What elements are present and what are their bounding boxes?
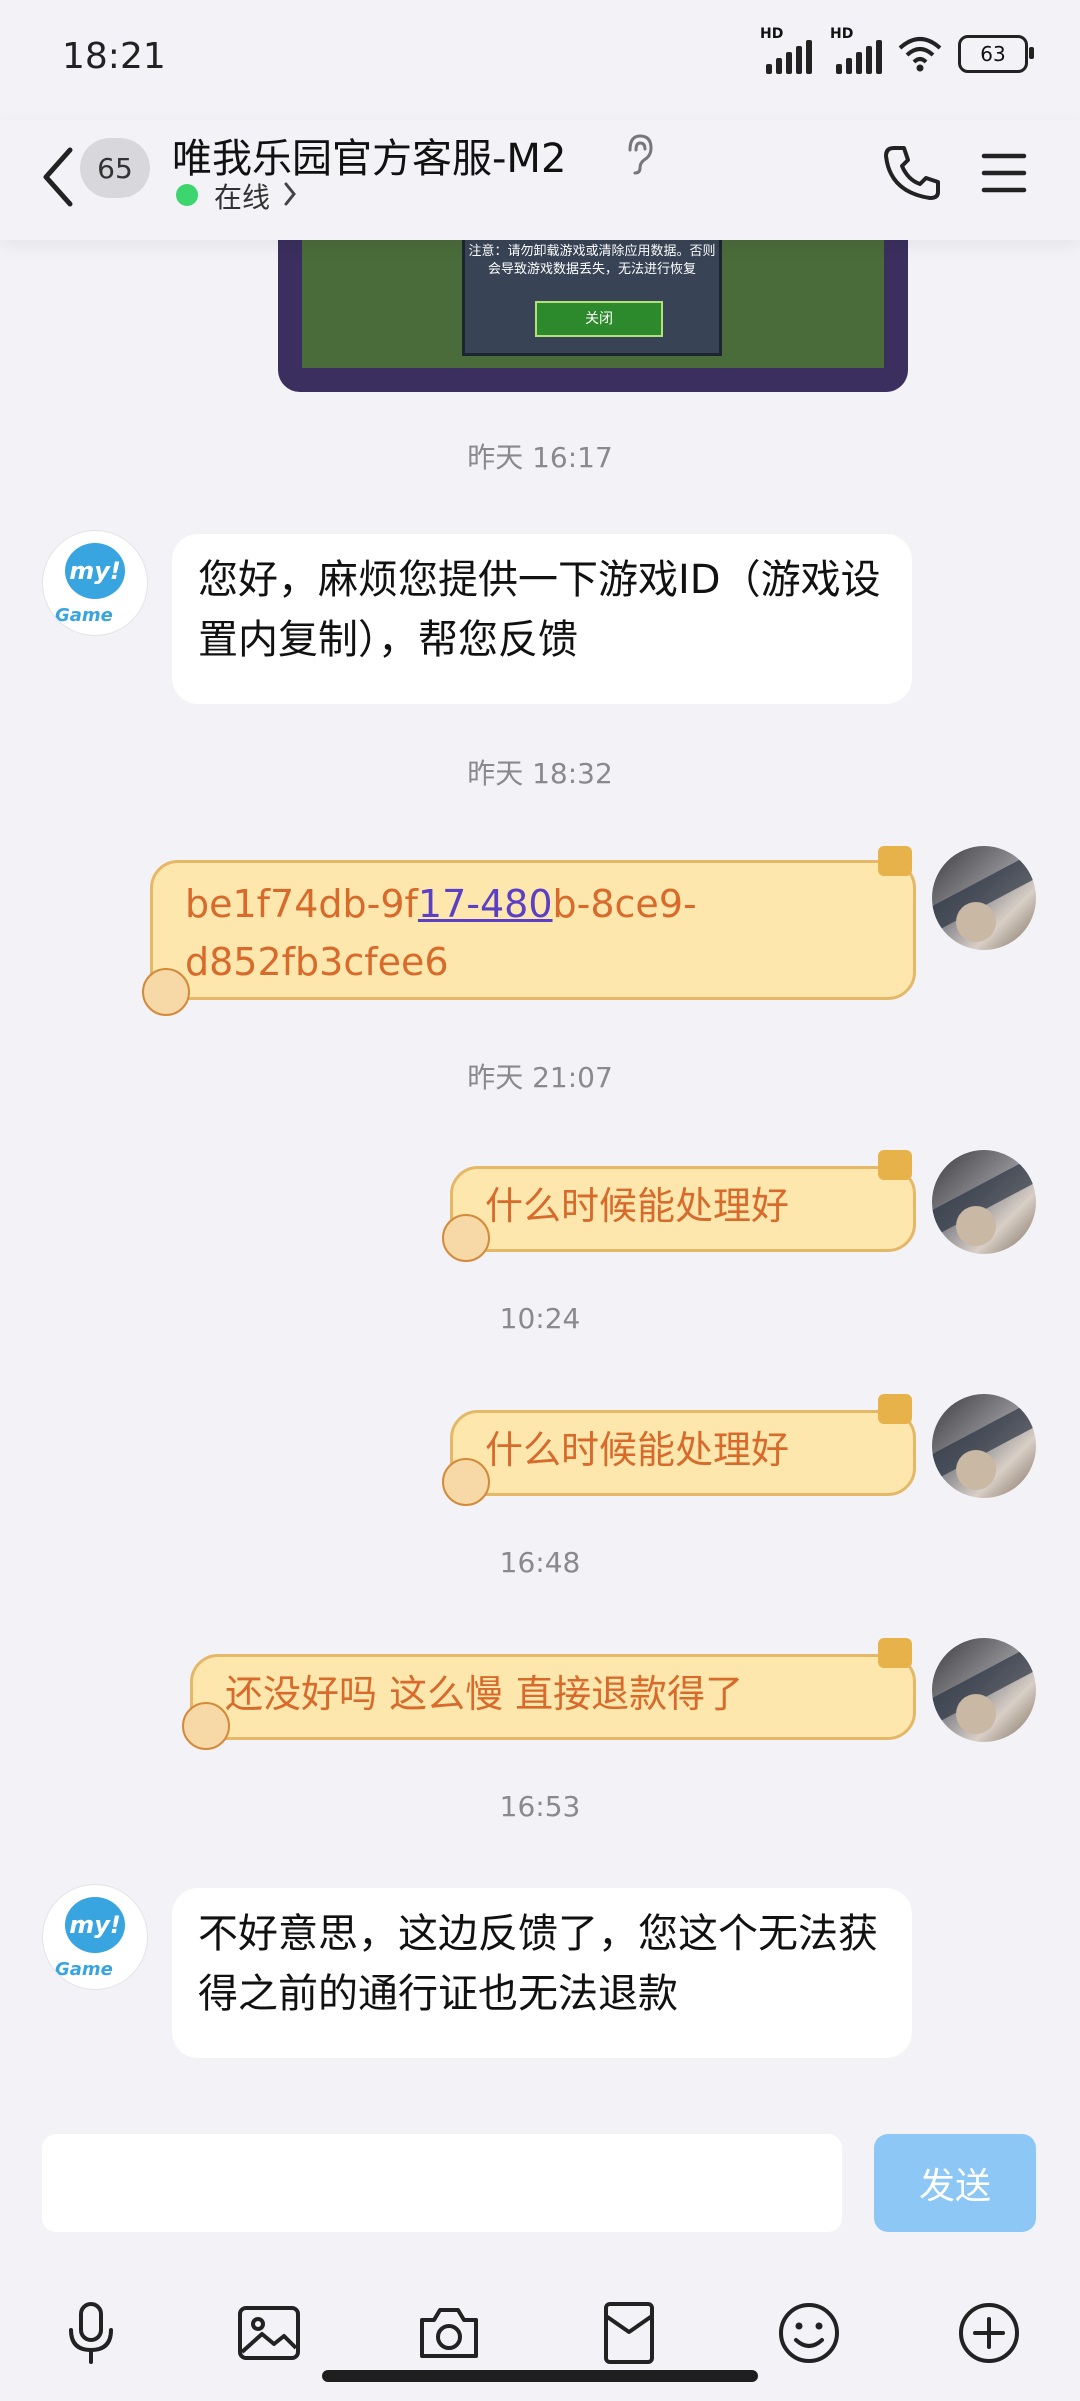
phone-call-icon[interactable]: [882, 142, 940, 202]
status-bar: 18:21 HD HD 63: [0, 0, 1080, 120]
timestamp: 10:24: [499, 1302, 581, 1335]
timestamp: 昨天 16:17: [467, 441, 613, 474]
bubble-decoration-icon: [878, 1394, 912, 1424]
input-area: 发送: [0, 2118, 1080, 2401]
incoming-message[interactable]: 您好，麻烦您提供一下游戏ID（游戏设置内复制），帮您反馈: [172, 534, 912, 704]
timestamp: 16:53: [499, 1790, 581, 1823]
camera-icon[interactable]: [414, 2298, 484, 2368]
user-avatar[interactable]: [932, 846, 1036, 950]
emoji-icon[interactable]: [774, 2298, 844, 2368]
outgoing-message[interactable]: 什么时候能处理好: [450, 1166, 916, 1252]
game-dialog-close-button: 关闭: [535, 301, 663, 337]
user-avatar[interactable]: [932, 1394, 1036, 1498]
message-input[interactable]: [42, 2134, 842, 2232]
chat-header: 65 唯我乐园官方客服-M2 在线: [0, 120, 1080, 240]
incoming-message[interactable]: 不好意思，这边反馈了，您这个无法获得之前的通行证也无法退款: [172, 1888, 912, 2058]
back-arrow-icon[interactable]: [38, 142, 78, 212]
bubble-decoration-icon: [442, 1214, 490, 1262]
user-avatar[interactable]: [932, 1638, 1036, 1742]
service-avatar[interactable]: my! Game: [42, 530, 148, 636]
signal-icon-1: HD: [760, 26, 812, 74]
bubble-decoration-icon: [878, 1638, 912, 1668]
online-status-dot: [176, 184, 198, 206]
timestamp: 昨天 18:32: [467, 757, 613, 790]
red-packet-icon[interactable]: [594, 2298, 664, 2368]
phone-number-link[interactable]: 17-480: [418, 882, 553, 926]
menu-icon[interactable]: [980, 150, 1028, 196]
outgoing-message[interactable]: 什么时候能处理好: [450, 1410, 916, 1496]
bubble-decoration-icon: [142, 968, 190, 1016]
plus-icon[interactable]: [954, 2298, 1024, 2368]
home-indicator[interactable]: [322, 2370, 758, 2382]
mygame-logo-icon: my!: [65, 543, 125, 599]
image-icon[interactable]: [234, 2298, 304, 2368]
chevron-right-icon[interactable]: [282, 180, 298, 208]
service-avatar[interactable]: my! Game: [42, 1884, 148, 1990]
timestamp: 昨天 21:07: [467, 1061, 613, 1094]
send-button[interactable]: 发送: [874, 2134, 1036, 2232]
signal-icon-2: HD: [830, 26, 882, 74]
bubble-decoration-icon: [442, 1458, 490, 1506]
wifi-icon: [898, 37, 942, 72]
bubble-decoration-icon: [878, 846, 912, 876]
timestamp: 16:48: [499, 1546, 581, 1579]
outgoing-message[interactable]: 还没好吗 这么慢 直接退款得了: [190, 1654, 916, 1740]
ear-icon[interactable]: [622, 132, 656, 176]
unread-count-badge[interactable]: 65: [80, 138, 150, 198]
bubble-decoration-icon: [182, 1702, 230, 1750]
outgoing-message[interactable]: be1f74db-9f17-480b-8ce9-d852fb3cfee6: [150, 860, 916, 1000]
microphone-icon[interactable]: [56, 2298, 126, 2368]
mygame-logo-icon: my!: [65, 1897, 125, 1953]
status-time: 18:21: [62, 36, 166, 77]
online-status[interactable]: 在线: [214, 176, 270, 216]
bubble-decoration-icon: [878, 1150, 912, 1180]
battery-icon: 63: [958, 35, 1034, 73]
user-avatar[interactable]: [932, 1150, 1036, 1254]
